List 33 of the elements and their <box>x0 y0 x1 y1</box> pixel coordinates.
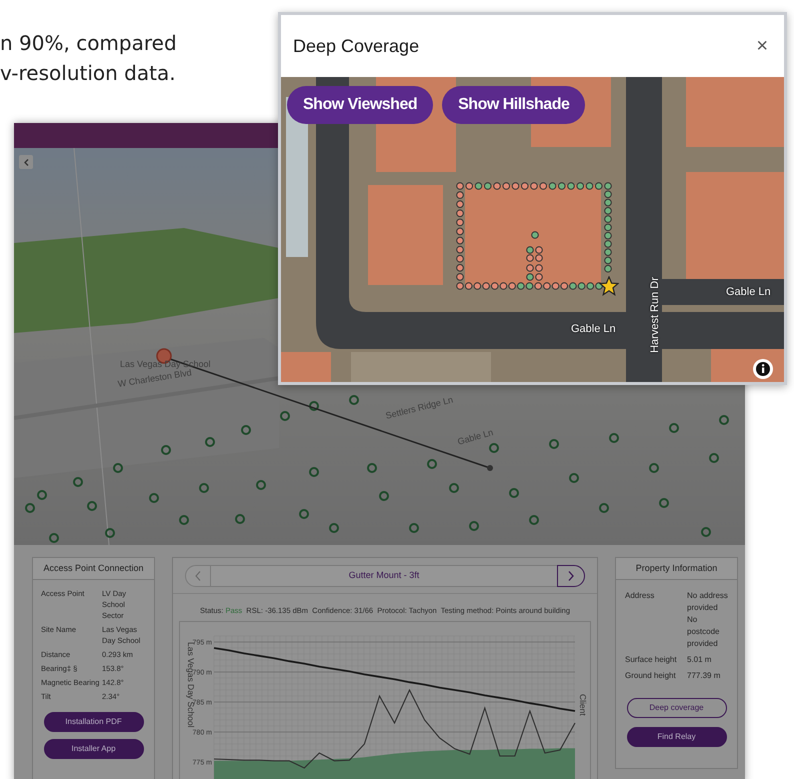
map-toggle-button[interactable]: Show Hillshade <box>442 86 586 124</box>
street-label: Gable Ln <box>571 322 616 337</box>
info-icon[interactable] <box>753 359 773 379</box>
map-label: W Charleston Blvd <box>116 367 192 391</box>
next-button[interactable] <box>557 564 585 586</box>
back-button[interactable] <box>19 155 33 169</box>
field-label: Ground height <box>625 670 677 682</box>
map-toggle-button[interactable]: Show Viewshed <box>287 86 434 124</box>
action-button[interactable]: Find Relay <box>626 727 726 747</box>
body-text: n 90%, compared <box>0 30 177 57</box>
map-label: Las Vegas Day School <box>120 358 211 369</box>
chevron-left-icon <box>195 570 201 580</box>
chevron-right-icon <box>568 570 574 580</box>
card-title: Property Information <box>616 558 737 580</box>
body-text: v-resolution data. <box>0 60 177 87</box>
field-value: No postcode provided <box>687 614 720 650</box>
field-label: Surface height <box>625 654 678 666</box>
chevron-left-icon <box>24 158 28 166</box>
dialog-title: Deep Coverage <box>293 34 420 58</box>
field-value: 5.01 m <box>687 654 712 666</box>
close-button[interactable]: × <box>752 36 772 56</box>
field-value: 777.39 m <box>687 670 722 682</box>
action-button[interactable]: Installation PDF <box>44 712 144 732</box>
field-value: No address provided <box>687 590 728 614</box>
mount-title: Gutter Mount - 3ft <box>211 564 557 586</box>
street-label: Gable Ln <box>726 285 771 300</box>
field-label: Address <box>625 590 656 602</box>
card-title: Access Point Connection <box>33 558 154 580</box>
action-button[interactable]: Installer App <box>44 739 144 759</box>
star-icon <box>599 276 619 296</box>
axis-title: Client <box>578 694 588 716</box>
action-button[interactable]: Deep coverage <box>626 698 726 718</box>
street-label: Harvest Run Dr <box>648 277 662 353</box>
